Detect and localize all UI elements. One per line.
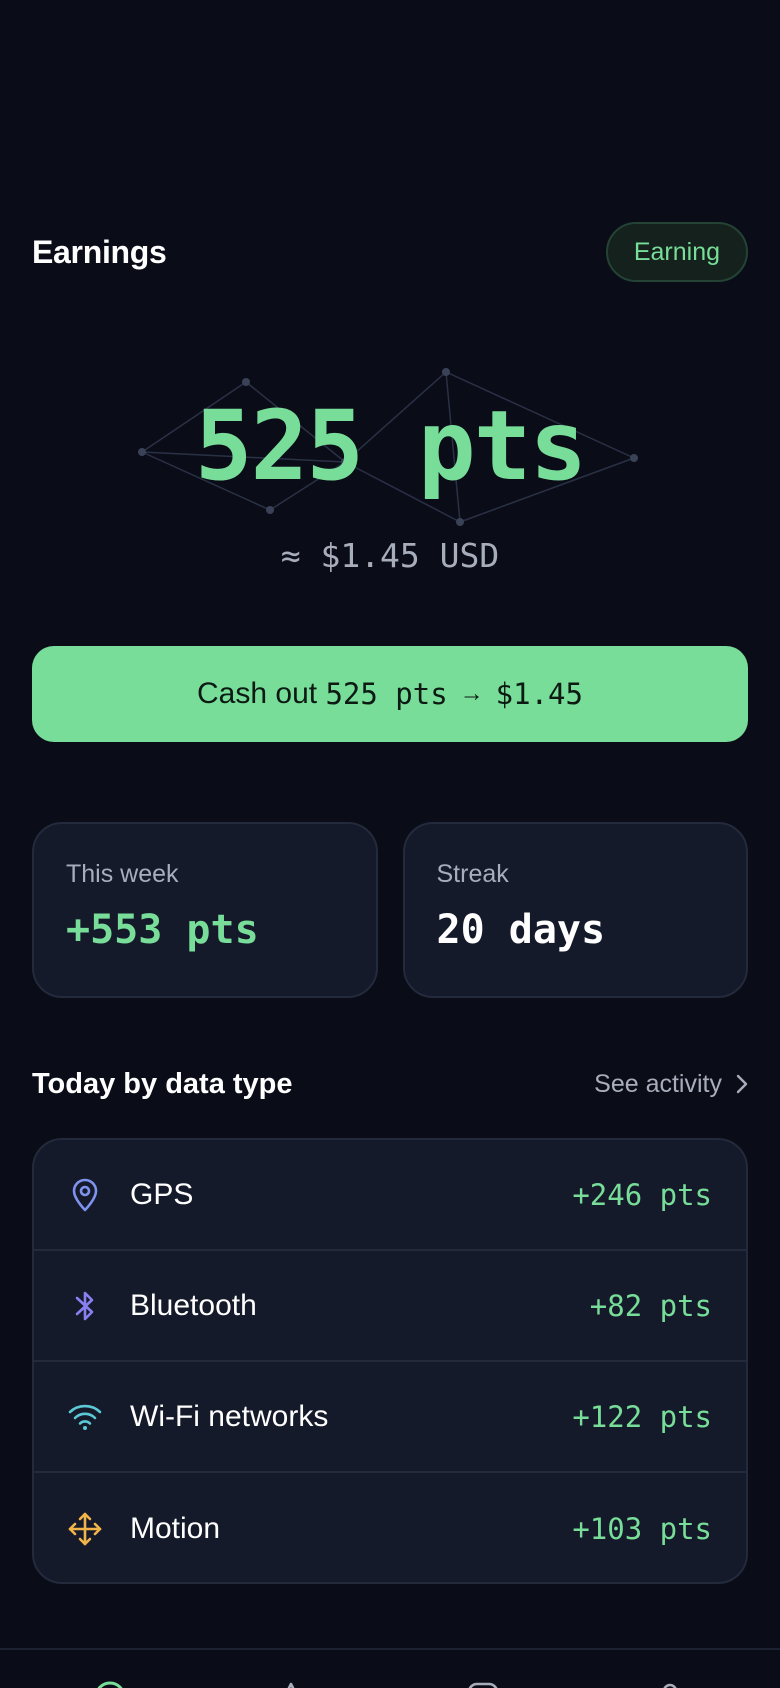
section-title: Today by data type bbox=[32, 1067, 293, 1100]
bluetooth-icon bbox=[66, 1287, 104, 1325]
list-item-label: GPS bbox=[130, 1177, 194, 1211]
header: Earnings Earning bbox=[32, 222, 748, 282]
list-item-label: Bluetooth bbox=[130, 1288, 257, 1322]
home-icon[interactable] bbox=[93, 1680, 127, 1688]
data-type-list: GPS +246 pts Bluetooth +82 pts Wi-Fi net… bbox=[32, 1138, 748, 1584]
arrow-right-icon: → bbox=[459, 680, 484, 707]
stat-value: +553 pts bbox=[66, 907, 259, 953]
list-item-wifi[interactable]: Wi-Fi networks +122 pts bbox=[34, 1362, 746, 1473]
cash-out-points: 525 pts bbox=[325, 677, 448, 711]
list-item-label: Motion bbox=[130, 1511, 221, 1545]
cash-out-prefix: Cash out bbox=[197, 677, 326, 710]
list-item-points: +82 pts bbox=[589, 1288, 712, 1323]
triangle-icon[interactable] bbox=[274, 1680, 308, 1688]
location-pin-icon bbox=[66, 1176, 104, 1214]
chevron-right-icon bbox=[736, 1074, 748, 1094]
section-header: Today by data type See activity bbox=[32, 1060, 748, 1108]
see-activity-link[interactable]: See activity bbox=[594, 1070, 748, 1099]
list-item-label: Wi-Fi networks bbox=[130, 1399, 329, 1433]
stat-card-streak: Streak 20 days bbox=[402, 822, 748, 998]
stat-label: Streak bbox=[436, 860, 509, 888]
page-title: Earnings bbox=[32, 233, 167, 270]
balance-usd: ≈ $1.45 USD bbox=[280, 536, 500, 575]
move-arrows-icon bbox=[66, 1510, 104, 1548]
balance-hero: 525 pts ≈ $1.45 USD bbox=[0, 360, 780, 580]
balance-points: 525 pts bbox=[194, 390, 588, 502]
earnings-screen: Earnings Earning 525 pts ≈ $1.45 USD Cas… bbox=[0, 0, 780, 1688]
cash-out-amount: $1.45 bbox=[495, 677, 583, 711]
list-item-gps[interactable]: GPS +246 pts bbox=[34, 1140, 746, 1251]
chat-icon[interactable] bbox=[466, 1680, 500, 1688]
list-item-points: +122 pts bbox=[572, 1399, 712, 1434]
stat-value: 20 days bbox=[436, 907, 606, 953]
stat-label: This week bbox=[66, 860, 179, 888]
status-badge[interactable]: Earning bbox=[605, 222, 748, 282]
stats-row: This week +553 pts Streak 20 days bbox=[32, 822, 748, 998]
bottom-nav bbox=[0, 1648, 780, 1688]
stat-card-this-week: This week +553 pts bbox=[32, 822, 378, 998]
see-activity-label: See activity bbox=[594, 1069, 722, 1098]
profile-icon[interactable] bbox=[653, 1680, 687, 1688]
list-item-points: +246 pts bbox=[572, 1177, 712, 1212]
list-item-bluetooth[interactable]: Bluetooth +82 pts bbox=[34, 1251, 746, 1362]
cash-out-button[interactable]: Cash out 525 pts → $1.45 bbox=[32, 646, 748, 742]
list-item-motion[interactable]: Motion +103 pts bbox=[34, 1473, 746, 1582]
wifi-icon bbox=[66, 1398, 104, 1436]
list-item-points: +103 pts bbox=[572, 1511, 712, 1546]
